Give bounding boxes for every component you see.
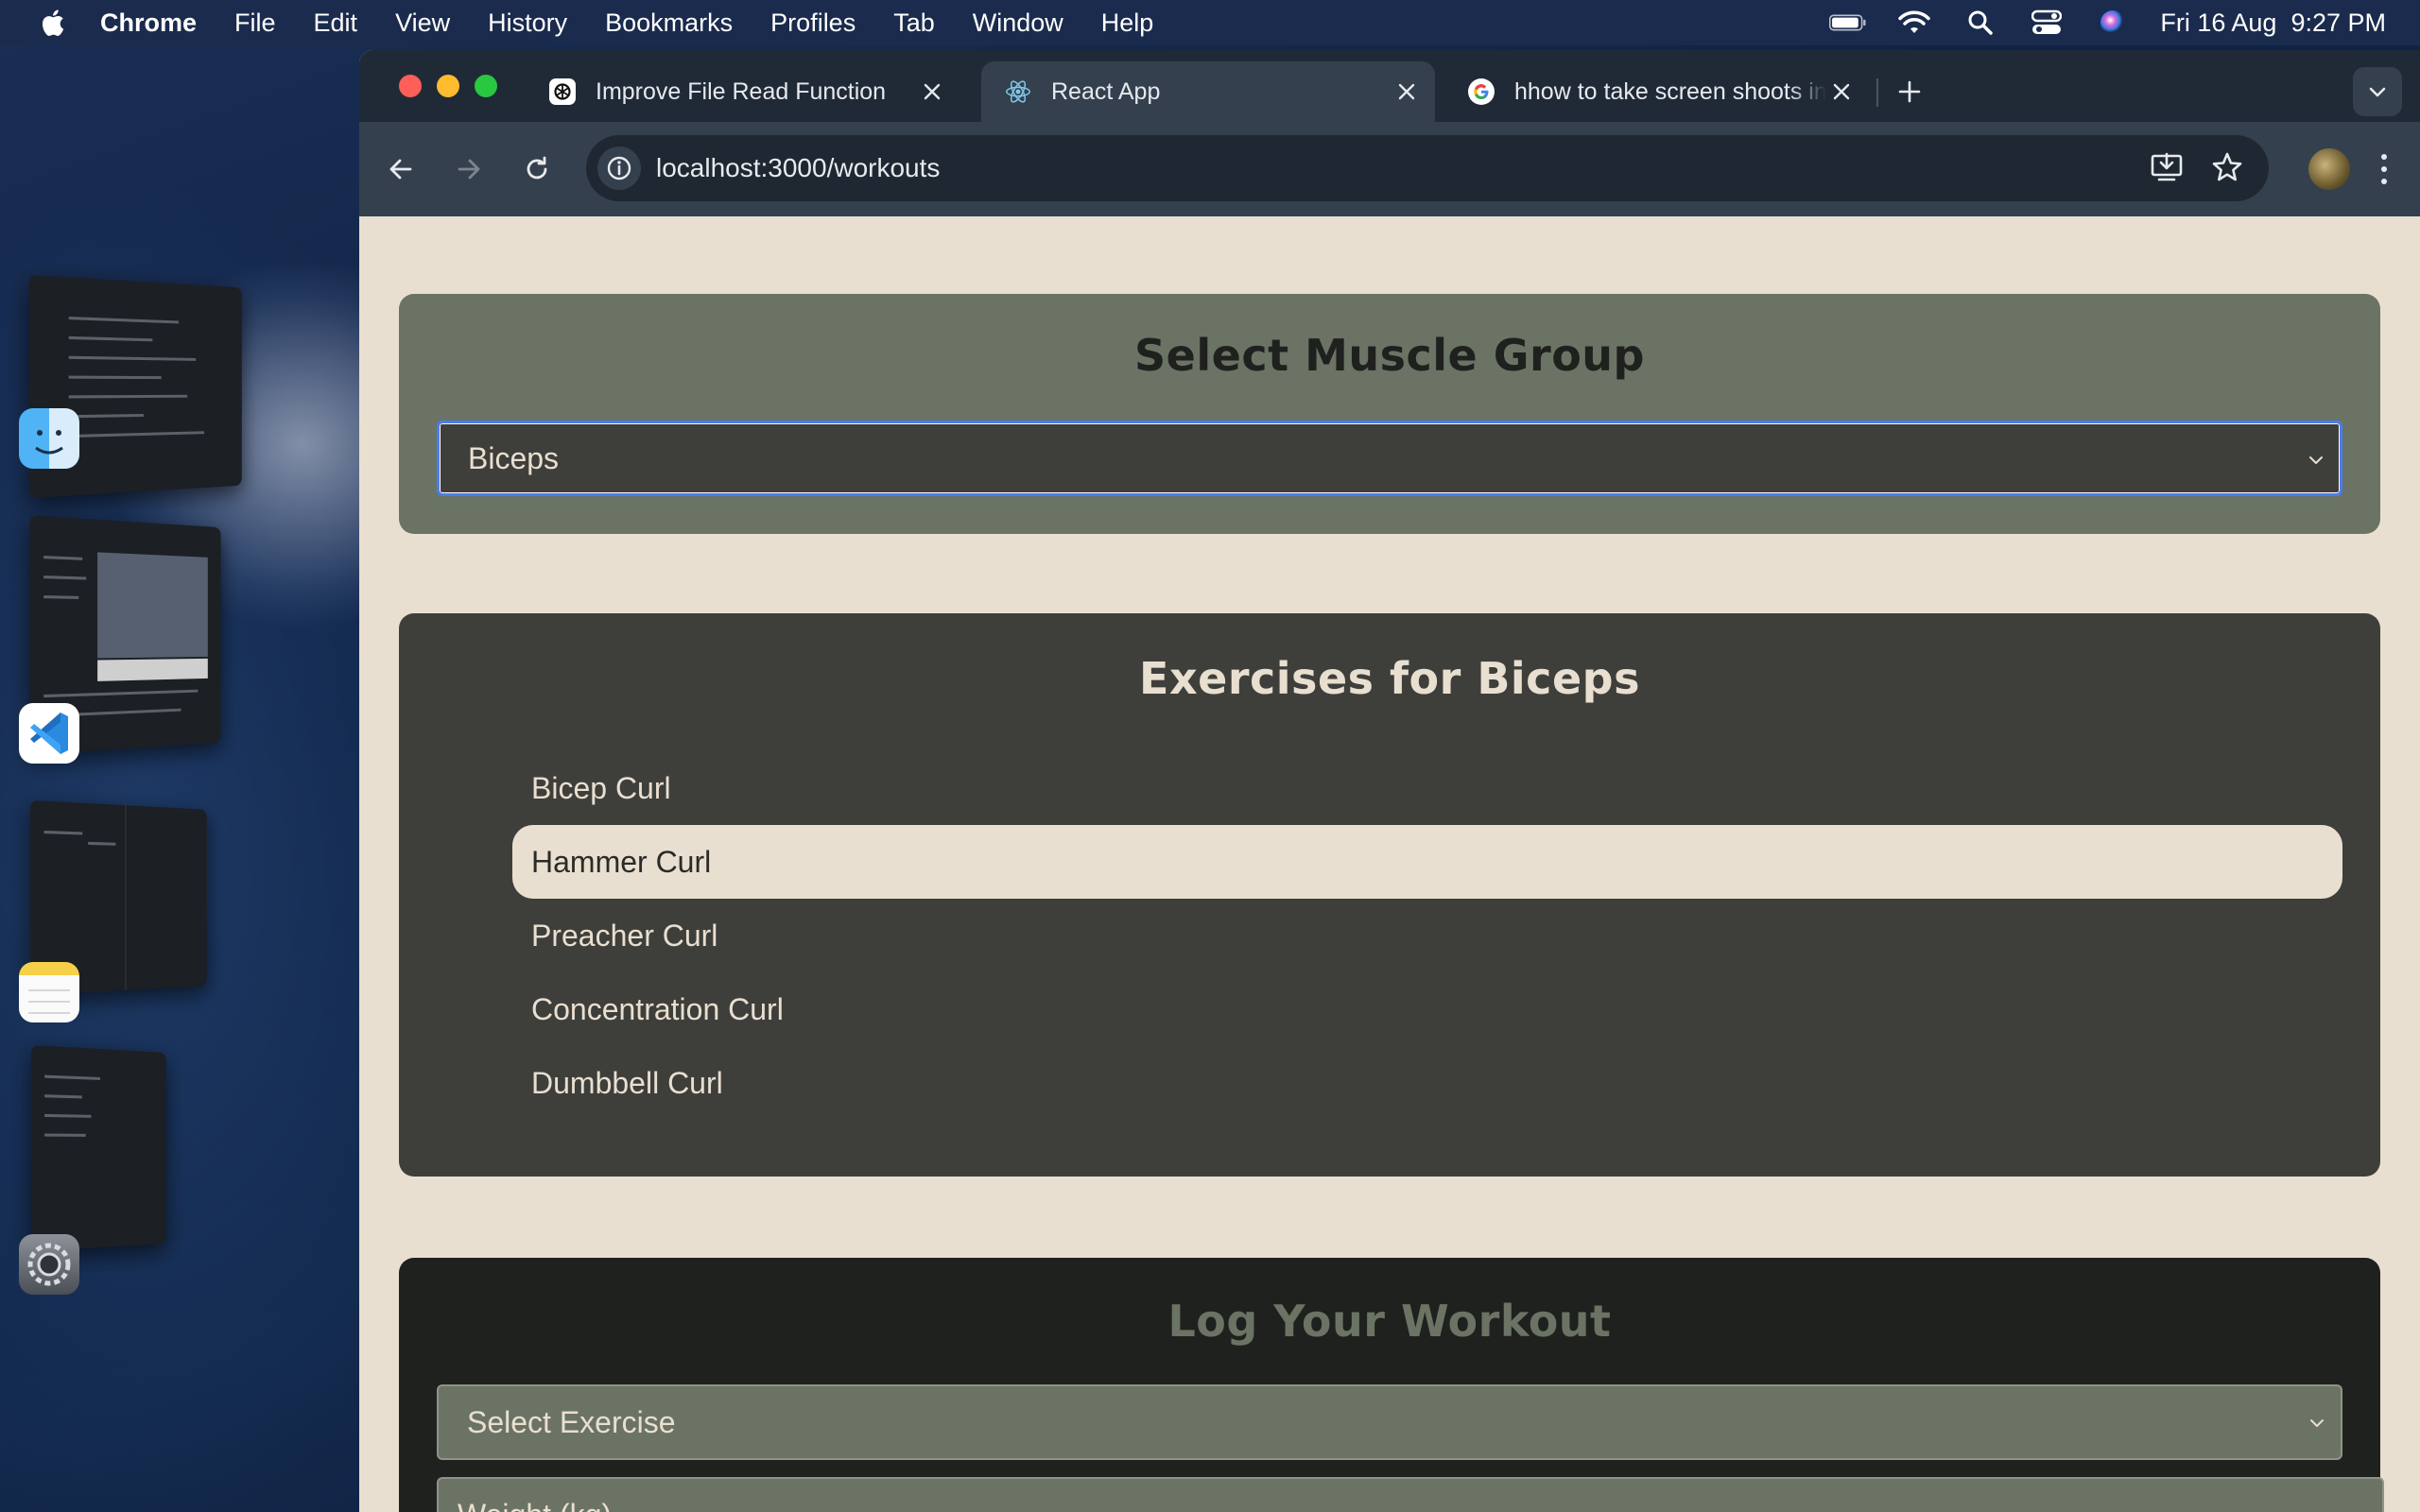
menu-bookmarks[interactable]: Bookmarks xyxy=(605,9,733,38)
exercise-select-placeholder: Select Exercise xyxy=(467,1404,676,1439)
battery-icon[interactable] xyxy=(1829,9,1867,36)
finder-icon[interactable] xyxy=(19,408,79,469)
react-icon xyxy=(1004,77,1032,106)
site-info-icon[interactable] xyxy=(597,146,641,190)
close-tab-icon[interactable] xyxy=(921,80,943,103)
browser-window: Improve File Read Function React App hho… xyxy=(359,50,2420,1512)
tab-strip: Improve File Read Function React App hho… xyxy=(359,50,2420,122)
weight-input[interactable]: Weight (kg) xyxy=(437,1477,2384,1512)
menu-file[interactable]: File xyxy=(234,9,276,38)
chevron-down-icon xyxy=(2310,1419,2324,1427)
muscle-group-selected-value: Biceps xyxy=(468,440,560,475)
exercise-item-hammer-curl[interactable]: Hammer Curl xyxy=(512,825,2342,899)
exercise-item-dumbbell-curl[interactable]: Dumbbell Curl xyxy=(512,1046,2342,1120)
tab-improve-file-read[interactable]: Improve File Read Function xyxy=(526,61,960,122)
address-bar[interactable]: localhost:3000/workouts xyxy=(586,135,2269,201)
muscle-group-card: Select Muscle Group Biceps xyxy=(399,294,2380,534)
tab-search-button[interactable] xyxy=(2353,67,2402,116)
minimize-window-button[interactable] xyxy=(437,75,459,97)
exercises-card: Exercises for Biceps Bicep Curl Hammer C… xyxy=(399,613,2380,1177)
google-icon xyxy=(1467,77,1495,106)
menu-profiles[interactable]: Profiles xyxy=(770,9,856,38)
exercises-title: Exercises for Biceps xyxy=(1139,653,1640,704)
new-tab-button[interactable] xyxy=(1891,73,1928,111)
browser-toolbar: localhost:3000/workouts xyxy=(359,122,2420,216)
menu-edit[interactable]: Edit xyxy=(314,9,358,38)
exercise-list: Bicep Curl Hammer Curl Preacher Curl Con… xyxy=(512,751,2342,1120)
log-workout-title: Log Your Workout xyxy=(1167,1296,1612,1347)
control-center-icon[interactable] xyxy=(2028,9,2066,36)
exercise-item-preacher-curl[interactable]: Preacher Curl xyxy=(512,899,2342,972)
menubar-datetime[interactable]: Fri 16 Aug 9:27 PM xyxy=(2160,9,2386,38)
tab-title: Improve File Read Function xyxy=(596,77,887,105)
menu-history[interactable]: History xyxy=(488,9,567,38)
install-app-icon[interactable] xyxy=(2146,146,2187,188)
bookmark-star-icon[interactable] xyxy=(2206,146,2248,188)
notes-icon[interactable] xyxy=(19,962,79,1022)
page-content: Select Muscle Group Biceps Exercises for… xyxy=(359,216,2420,1512)
reload-button[interactable] xyxy=(518,150,556,188)
wifi-icon[interactable] xyxy=(1895,9,1933,36)
tab-separator xyxy=(1876,78,1878,107)
apple-icon[interactable] xyxy=(38,8,66,38)
openai-icon xyxy=(548,77,577,106)
close-tab-icon[interactable] xyxy=(1395,80,1418,103)
stage-manager-window-settings[interactable] xyxy=(30,1044,166,1252)
weight-input-placeholder: Weight (kg) xyxy=(458,1498,612,1512)
exercise-select[interactable]: Select Exercise xyxy=(437,1384,2342,1460)
zoom-window-button[interactable] xyxy=(475,75,497,97)
close-tab-icon[interactable] xyxy=(1830,80,1853,103)
url-text[interactable]: localhost:3000/workouts xyxy=(656,153,940,183)
tab-title: React App xyxy=(1051,77,1161,105)
vscode-icon[interactable] xyxy=(19,703,79,764)
spotlight-search-icon[interactable] xyxy=(1962,9,1999,36)
menu-tab[interactable]: Tab xyxy=(893,9,935,38)
tab-title: hhow to take screen shoots in xyxy=(1514,77,1826,105)
profile-avatar[interactable] xyxy=(2308,148,2350,190)
close-window-button[interactable] xyxy=(399,75,422,97)
menu-help[interactable]: Help xyxy=(1101,9,1154,38)
menu-app-name[interactable]: Chrome xyxy=(100,9,197,38)
tab-google-search[interactable]: hhow to take screen shoots in xyxy=(1444,61,1870,122)
siri-icon[interactable] xyxy=(2094,9,2132,36)
exercise-item-concentration-curl[interactable]: Concentration Curl xyxy=(512,972,2342,1046)
menu-window[interactable]: Window xyxy=(973,9,1063,38)
exercise-item-bicep-curl[interactable]: Bicep Curl xyxy=(512,751,2342,825)
menu-view[interactable]: View xyxy=(395,9,450,38)
chevron-down-icon xyxy=(2309,456,2323,464)
muscle-group-title: Select Muscle Group xyxy=(1134,330,1645,381)
forward-button[interactable] xyxy=(450,150,488,188)
muscle-group-select[interactable]: Biceps xyxy=(437,421,2342,496)
tab-react-app[interactable]: React App xyxy=(981,61,1435,122)
more-menu-icon[interactable] xyxy=(2373,148,2395,190)
system-settings-icon[interactable] xyxy=(19,1234,79,1295)
back-button[interactable] xyxy=(382,150,420,188)
log-workout-card: Log Your Workout Select Exercise Weight … xyxy=(399,1258,2384,1512)
menu-bar: Chrome File Edit View History Bookmarks … xyxy=(0,0,2420,45)
